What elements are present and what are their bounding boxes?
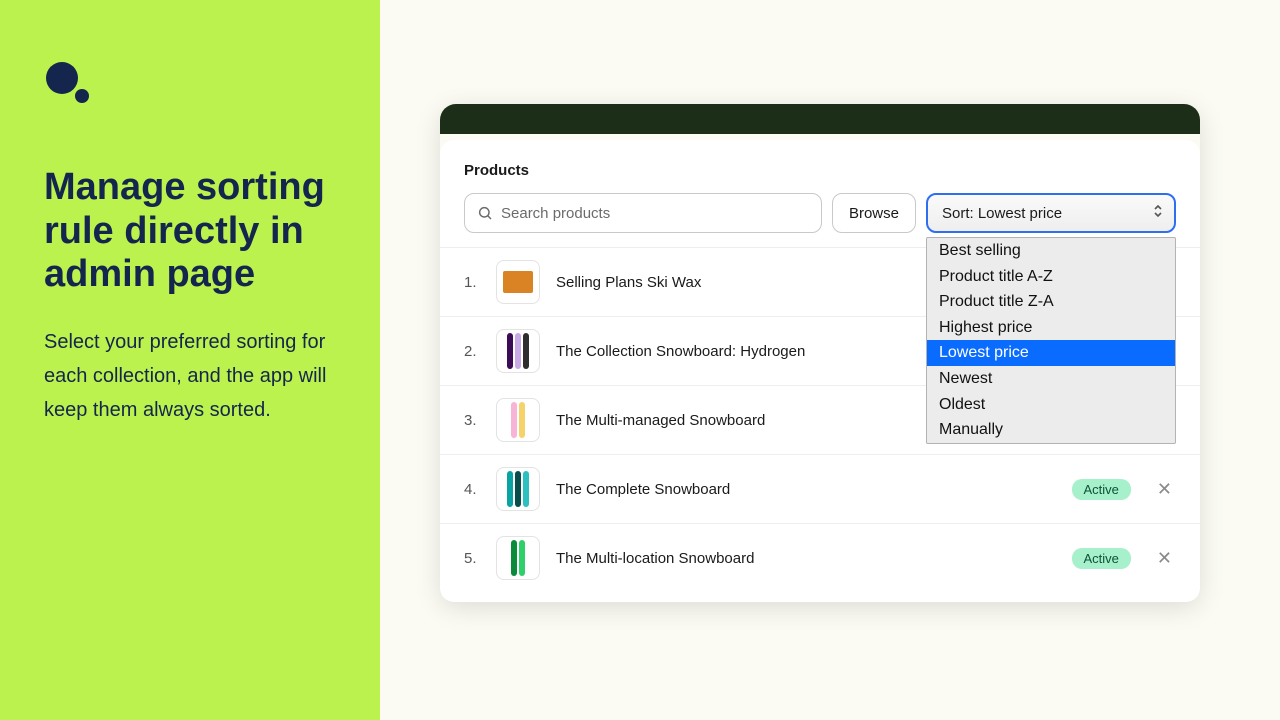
sort-option[interactable]: Highest price <box>927 315 1175 341</box>
product-thumbnail <box>496 329 540 373</box>
sort-option[interactable]: Best selling <box>927 238 1175 264</box>
marketing-headline: Manage sorting rule directly in admin pa… <box>44 166 336 297</box>
status-badge: Active <box>1072 548 1131 569</box>
select-chevron-icon <box>1152 203 1164 223</box>
window-titlebar <box>440 104 1200 134</box>
search-input[interactable] <box>501 205 809 222</box>
sort-option[interactable]: Oldest <box>927 392 1175 418</box>
search-icon <box>477 205 493 221</box>
product-thumbnail <box>496 536 540 580</box>
toolbar: Browse Sort: Lowest price Best sellingPr… <box>464 193 1176 233</box>
sort-option[interactable]: Newest <box>927 366 1175 392</box>
product-thumbnail <box>496 398 540 442</box>
sort-select[interactable]: Sort: Lowest price <box>926 193 1176 233</box>
product-thumbnail <box>496 260 540 304</box>
sort-option[interactable]: Manually <box>927 417 1175 443</box>
app-preview: Products Browse Sort: Lowest price Best … <box>380 0 1280 720</box>
product-row[interactable]: 4. The Complete SnowboardActive ✕ <box>440 454 1200 523</box>
marketing-subtext: Select your preferred sorting for each c… <box>44 325 336 427</box>
row-index: 4. <box>464 481 488 498</box>
status-badge: Active <box>1072 479 1131 500</box>
browse-button[interactable]: Browse <box>832 193 916 233</box>
marketing-sidebar: Manage sorting rule directly in admin pa… <box>0 0 380 720</box>
sort-option[interactable]: Product title Z-A <box>927 289 1175 315</box>
product-name: The Multi-location Snowboard <box>556 550 1072 567</box>
row-index: 1. <box>464 274 488 291</box>
sort-option[interactable]: Lowest price <box>927 340 1175 366</box>
app-window: Products Browse Sort: Lowest price Best … <box>440 104 1200 602</box>
product-thumbnail <box>496 467 540 511</box>
sort-option[interactable]: Product title A-Z <box>927 264 1175 290</box>
search-input-wrap[interactable] <box>464 193 822 233</box>
remove-icon[interactable]: ✕ <box>1153 475 1176 504</box>
card-title: Products <box>464 162 1176 179</box>
row-index: 3. <box>464 412 488 429</box>
sort-select-label: Sort: Lowest price <box>942 205 1062 222</box>
product-name: The Complete Snowboard <box>556 481 1072 498</box>
sort-dropdown[interactable]: Best sellingProduct title A-ZProduct tit… <box>926 237 1176 444</box>
product-row[interactable]: 5. The Multi-location SnowboardActive ✕ <box>440 523 1200 592</box>
products-card: Products Browse Sort: Lowest price Best … <box>440 140 1200 602</box>
brand-logo <box>44 60 336 106</box>
remove-icon[interactable]: ✕ <box>1153 544 1176 573</box>
row-index: 2. <box>464 343 488 360</box>
row-index: 5. <box>464 550 488 567</box>
